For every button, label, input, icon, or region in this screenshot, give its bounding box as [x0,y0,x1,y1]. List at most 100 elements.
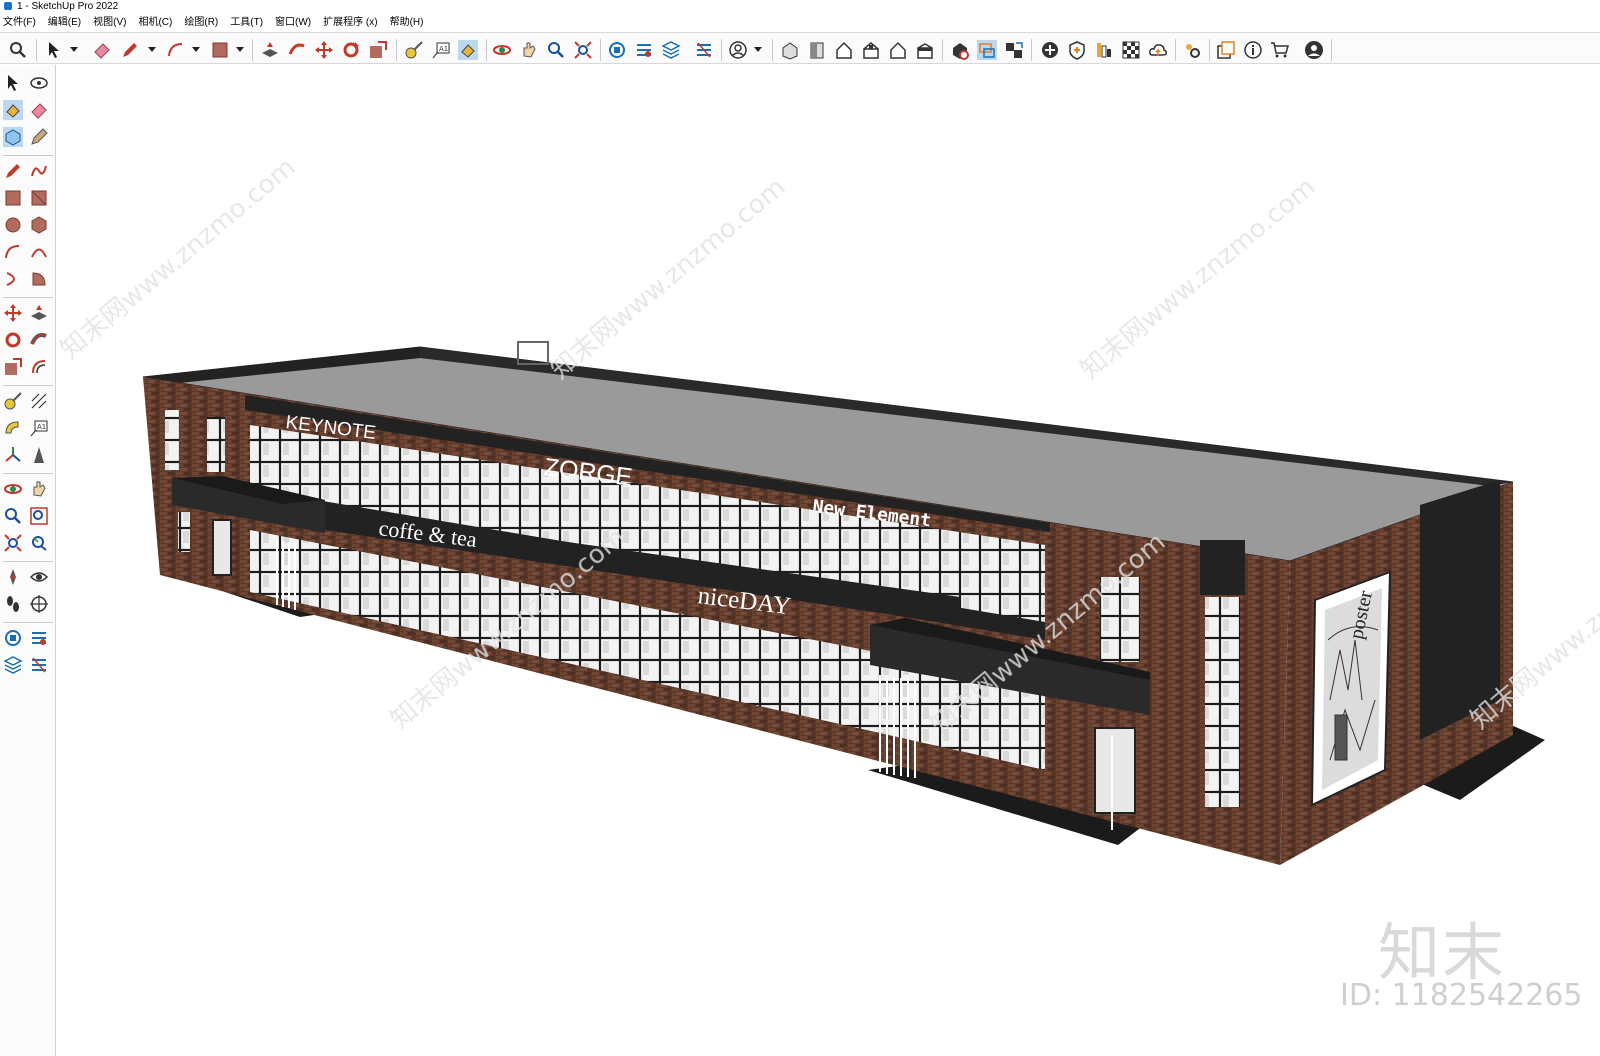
paint-bucket-icon[interactable] [458,40,478,60]
user-dropdown-icon[interactable] [754,47,762,52]
right-view-icon[interactable] [861,40,881,60]
offset-icon[interactable] [29,357,49,377]
left-view-icon[interactable] [915,40,935,60]
back-view-icon[interactable] [888,40,908,60]
pencil-dropdown-icon[interactable] [148,47,156,52]
user-icon[interactable] [728,40,748,60]
menu-view[interactable]: 视图(V) [93,14,126,32]
layout-icon[interactable] [661,40,681,60]
pan-icon[interactable] [519,40,539,60]
svg-text:A1: A1 [439,45,448,53]
dimension-icon[interactable] [29,391,49,411]
follow-me-icon[interactable] [287,40,307,60]
rectangle-dropdown-icon[interactable] [236,47,244,52]
select-dropdown-icon[interactable] [70,47,78,52]
rectangle-icon[interactable] [3,188,23,208]
zoom-icon[interactable] [3,506,23,526]
scenes-icon[interactable] [1004,40,1024,60]
freehand-icon[interactable] [29,161,49,181]
circle-icon[interactable] [3,215,23,235]
eraser-icon[interactable] [29,100,49,120]
orbit-icon[interactable] [492,40,512,60]
warehouse-icon[interactable] [607,40,627,60]
info-icon[interactable] [1243,40,1263,60]
follow-me-icon[interactable] [29,330,49,350]
look-around-icon[interactable] [29,567,49,587]
scale-icon[interactable] [368,40,388,60]
iso-view-icon[interactable] [780,40,800,60]
orbit-icon[interactable] [29,73,49,93]
scale-icon[interactable] [3,357,23,377]
pencil-icon[interactable] [120,40,140,60]
sandbox-icon[interactable] [1067,40,1087,60]
arc-icon[interactable] [166,40,186,60]
styles-icon[interactable] [694,40,714,60]
dynamic-components-icon[interactable] [1094,40,1114,60]
menu-extensions[interactable]: 扩展程序 (x) [323,14,377,32]
zoom-window-icon[interactable] [29,506,49,526]
component-icon[interactable] [3,127,23,147]
push-pull-icon[interactable] [29,303,49,323]
menu-help[interactable]: 帮助(H) [390,14,424,32]
position-camera-icon[interactable] [3,567,23,587]
rotated-rectangle-icon[interactable] [29,188,49,208]
layout-icon[interactable] [3,655,23,675]
add-location-icon[interactable] [1040,40,1060,60]
text-icon[interactable]: A1 [29,418,49,438]
outliner-icon[interactable] [1216,40,1236,60]
pie-icon[interactable] [29,269,49,289]
select-icon[interactable] [3,73,23,93]
menu-edit[interactable]: 编辑(E) [48,14,81,32]
menu-draw[interactable]: 绘图(R) [184,14,218,32]
account-icon[interactable] [1304,40,1324,60]
section-plane-icon[interactable] [29,594,49,614]
tag-icon[interactable] [29,127,49,147]
protractor-icon[interactable] [3,418,23,438]
rotate-icon[interactable] [3,330,23,350]
section-plane-icon[interactable] [977,40,997,60]
menu-camera[interactable]: 相机(C) [138,14,172,32]
text-icon[interactable]: A1 [431,40,451,60]
three-point-arc-icon[interactable] [3,269,23,289]
paint-bucket-icon[interactable] [3,100,23,120]
select-icon[interactable] [44,40,64,60]
menu-tools[interactable]: 工具(T) [230,14,263,32]
move-icon[interactable] [314,40,334,60]
front-view-icon[interactable] [834,40,854,60]
3d-text-icon[interactable] [29,445,49,465]
rectangle-icon[interactable] [210,40,230,60]
menu-file[interactable]: 文件(F) [3,14,36,32]
menu-window[interactable]: 窗口(W) [275,14,311,32]
styles-icon[interactable] [29,655,49,675]
zoom-extents-icon[interactable] [573,40,593,60]
checkerboard-icon[interactable] [1121,40,1141,60]
pencil-icon[interactable] [3,161,23,181]
orbit-icon[interactable] [3,479,23,499]
tape-measure-icon[interactable] [3,391,23,411]
pan-icon[interactable] [29,479,49,499]
move-icon[interactable] [3,303,23,323]
walk-icon[interactable] [3,594,23,614]
model-viewport[interactable]: KEYNOTE ZORGE New Element coffe & tea ni… [57,65,1600,1056]
two-point-arc-icon[interactable] [29,242,49,262]
arc-icon[interactable] [3,242,23,262]
rotate-icon[interactable] [341,40,361,60]
top-view-icon[interactable] [807,40,827,60]
cart-icon[interactable] [1270,40,1290,60]
extension-warehouse-icon[interactable] [634,40,654,60]
arc-dropdown-icon[interactable] [192,47,200,52]
zoom-icon[interactable] [546,40,566,60]
axes-icon[interactable] [3,445,23,465]
tape-measure-icon[interactable] [404,40,424,60]
previous-view-icon[interactable] [29,533,49,553]
extension-icon[interactable] [29,628,49,648]
cloud-icon[interactable] [1148,40,1168,60]
zoom-extents-icon[interactable] [3,533,23,553]
search-icon[interactable] [8,40,28,60]
polygon-icon[interactable] [29,215,49,235]
warehouse-icon[interactable] [3,628,23,648]
settings-icon[interactable] [1182,40,1202,60]
push-pull-icon[interactable] [260,40,280,60]
eraser-icon[interactable] [92,40,112,60]
solid-tools-icon[interactable] [950,40,970,60]
